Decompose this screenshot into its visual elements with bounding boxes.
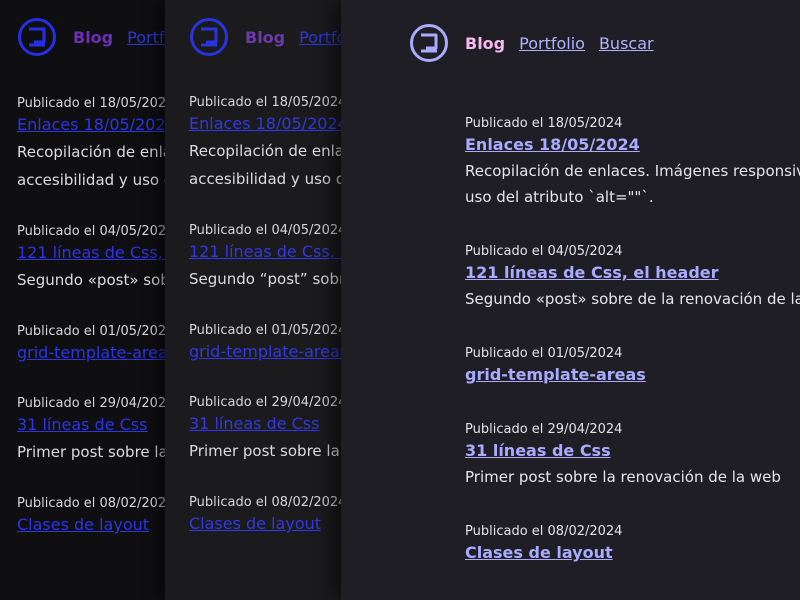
list-item: Publicado el 29/04/2024 31 líneas de Css… xyxy=(17,396,165,466)
post-date: Publicado el 04/05/2024 xyxy=(465,244,623,259)
list-item: Publicado el 01/05/2024 grid-template-ar… xyxy=(17,324,165,366)
post-excerpt-line: accesibilidad y uso del atributo `alt=""… xyxy=(17,171,165,189)
post-date: Publicado el 08/02/2024 xyxy=(189,495,341,510)
post-title-link[interactable]: 31 líneas de Css xyxy=(465,441,611,460)
post-date: Publicado el 08/02/2024 xyxy=(17,496,165,511)
post-date: Publicado el 04/05/2024 xyxy=(189,223,341,238)
post-date: Publicado el 01/05/2024 xyxy=(465,346,623,361)
list-item: Publicado el 08/02/2024 Clases de layout xyxy=(189,495,341,537)
post-excerpt-line: Recopilación de enlaces. Imágenes respon… xyxy=(465,162,800,180)
site-panel-front: Blog Portfolio Buscar Publicado el 18/05… xyxy=(341,0,800,600)
nav-portfolio[interactable]: Portfolio xyxy=(519,34,585,53)
list-item: Publicado el 01/05/2024 grid-template-ar… xyxy=(465,346,800,388)
post-title-link[interactable]: Enlaces 18/05/2024 xyxy=(465,135,640,154)
list-item: Publicado el 08/02/2024 Clases de layout xyxy=(17,496,165,538)
post-excerpt-line: Primer post sobre la renovación de la we… xyxy=(17,443,165,461)
list-item: Publicado el 29/04/2024 31 líneas de Css… xyxy=(189,395,341,465)
post-title-link[interactable]: Clases de layout xyxy=(17,515,149,534)
post-title-link[interactable]: Clases de layout xyxy=(465,543,613,562)
post-excerpt-line: Recopilación de enlaces. Imágenes respon… xyxy=(17,143,165,161)
list-item: Publicado el 18/05/2024 Enlaces 18/05/20… xyxy=(17,96,165,194)
post-title-link[interactable]: grid-template-areas xyxy=(465,365,646,384)
post-list: Publicado el 18/05/2024 Enlaces 18/05/20… xyxy=(409,116,800,566)
logo-icon[interactable] xyxy=(17,17,57,57)
list-item: Publicado el 04/05/2024 121 líneas de Cs… xyxy=(465,244,800,312)
post-title-link[interactable]: grid-template-areas xyxy=(189,342,341,361)
nav-blog[interactable]: Blog xyxy=(73,28,113,47)
post-title-link[interactable]: grid-template-areas xyxy=(17,343,165,362)
post-excerpt-line: accesibilidad y uso del atributo `alt=""… xyxy=(189,170,341,188)
post-date: Publicado el 18/05/2024 xyxy=(465,116,623,131)
post-title-link[interactable]: 121 líneas de Css, el header xyxy=(189,242,341,261)
post-title-link[interactable]: 31 líneas de Css xyxy=(17,415,147,434)
post-excerpt-line: Segundo «post» sobre de la renovación de… xyxy=(465,290,800,308)
post-date: Publicado el 18/05/2024 xyxy=(17,96,165,111)
list-item: Publicado el 01/05/2024 grid-template-ar… xyxy=(189,323,341,365)
post-excerpt-line: Segundo «post» sobre de la renovación de… xyxy=(17,271,165,289)
post-date: Publicado el 18/05/2024 xyxy=(189,95,341,110)
site-nav: Blog Portfolio Buscar xyxy=(409,22,800,64)
post-title-link[interactable]: Enlaces 18/05/2024 xyxy=(189,114,341,133)
post-title-link[interactable]: 31 líneas de Css xyxy=(189,414,319,433)
site-panel-gray: Blog Portfolio Buscar Publicado el 18/05… xyxy=(165,0,341,600)
post-title-link[interactable]: Enlaces 18/05/2024 xyxy=(17,115,165,134)
post-excerpt-line: Primer post sobre la renovación de la we… xyxy=(189,442,341,460)
post-title-link[interactable]: Clases de layout xyxy=(189,514,321,533)
site-panel-dark: Blog Portfolio Buscar Publicado el 18/05… xyxy=(0,0,165,600)
post-excerpt-line: Recopilación de enlaces. Imágenes respon… xyxy=(189,142,341,160)
nav-portfolio[interactable]: Portfolio xyxy=(299,28,341,47)
list-item: Publicado el 18/05/2024 Enlaces 18/05/20… xyxy=(189,95,341,193)
list-item: Publicado el 29/04/2024 31 líneas de Css… xyxy=(465,422,800,490)
post-title-link[interactable]: 121 líneas de Css, el header xyxy=(465,263,719,282)
logo-icon[interactable] xyxy=(409,23,449,63)
site-nav: Blog Portfolio Buscar xyxy=(189,16,341,58)
post-date: Publicado el 29/04/2024 xyxy=(465,422,623,437)
list-item: Publicado el 18/05/2024 Enlaces 18/05/20… xyxy=(465,116,800,210)
post-date: Publicado el 01/05/2024 xyxy=(17,324,165,339)
list-item: Publicado el 08/02/2024 Clases de layout xyxy=(465,524,800,566)
post-excerpt-line: Primer post sobre la renovación de la we… xyxy=(465,468,781,486)
site-nav: Blog Portfolio Buscar xyxy=(17,16,165,58)
nav-search[interactable]: Buscar xyxy=(599,34,654,53)
nav-blog[interactable]: Blog xyxy=(245,28,285,47)
logo-icon[interactable] xyxy=(189,17,229,57)
post-date: Publicado el 08/02/2024 xyxy=(465,524,623,539)
post-date: Publicado el 29/04/2024 xyxy=(17,396,165,411)
nav-portfolio[interactable]: Portfolio xyxy=(127,28,165,47)
post-title-link[interactable]: 121 líneas de Css, el header xyxy=(17,243,165,262)
post-excerpt-line: Segundo “post” sobre de la renovación de… xyxy=(189,270,341,288)
list-item: Publicado el 04/05/2024 121 líneas de Cs… xyxy=(189,223,341,293)
post-excerpt-line: uso del atributo `alt=""`. xyxy=(465,188,654,206)
post-date: Publicado el 04/05/2024 xyxy=(17,224,165,239)
post-date: Publicado el 01/05/2024 xyxy=(189,323,341,338)
nav-blog[interactable]: Blog xyxy=(465,34,505,53)
post-date: Publicado el 29/04/2024 xyxy=(189,395,341,410)
list-item: Publicado el 04/05/2024 121 líneas de Cs… xyxy=(17,224,165,294)
